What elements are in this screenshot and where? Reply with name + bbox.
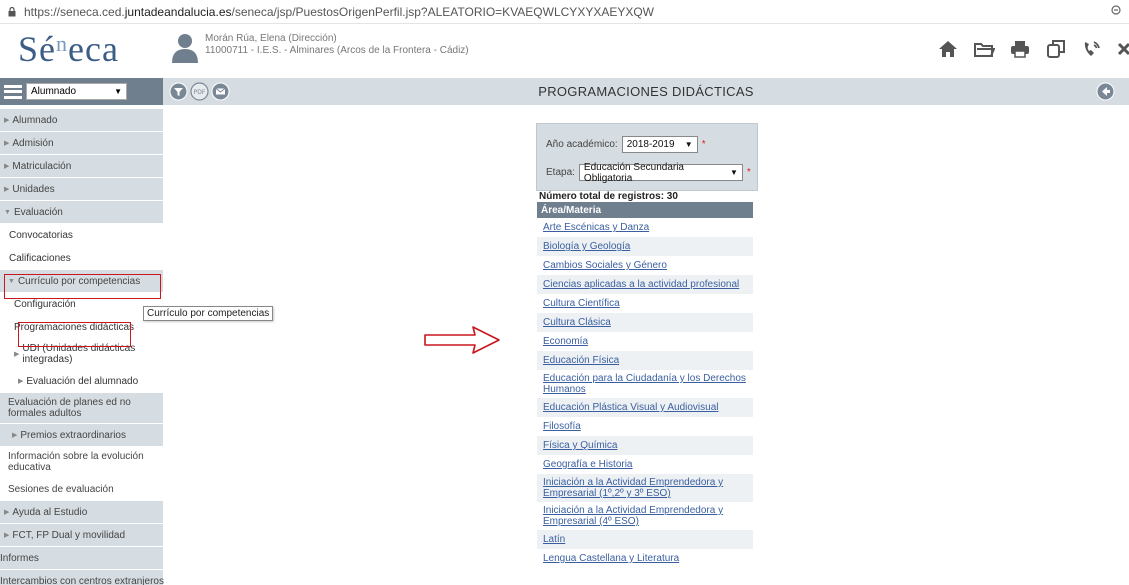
record-count: Número total de registros: 30 — [539, 191, 678, 202]
table-row[interactable]: Educación para la Ciudadanía y los Derec… — [537, 370, 753, 398]
expand-icon: ▶ — [4, 186, 10, 193]
menu-icon[interactable] — [4, 84, 22, 99]
back-icon[interactable] — [1096, 82, 1115, 104]
page-title: PROGRAMACIONES DIDÁCTICAS — [538, 84, 754, 99]
expand-icon: ▶ — [18, 378, 24, 385]
year-label: Año académico: — [546, 139, 618, 150]
table-row[interactable]: Educación Física — [537, 351, 753, 370]
sidebar-item-fct[interactable]: ▶ FCT, FP Dual y movilidad — [0, 524, 163, 547]
table-row[interactable]: Latín — [537, 530, 753, 549]
lock-icon — [8, 7, 16, 17]
highlight-programaciones — [18, 322, 131, 347]
table-row[interactable]: Cultura Clásica — [537, 313, 753, 332]
expand-icon: ▶ — [14, 350, 20, 358]
user-avatar-icon — [172, 33, 198, 66]
dropdown-arrow-icon: ▼ — [730, 168, 738, 177]
required-mark: * — [746, 167, 751, 178]
pointer-arrow-icon — [424, 326, 500, 354]
zoom-icon[interactable] — [1111, 5, 1123, 20]
required-mark: * — [701, 139, 706, 150]
user-center: 11000711 - I.E.S. - Alminares (Arcos de … — [205, 45, 469, 56]
phone-icon[interactable] — [1081, 38, 1103, 60]
user-name: Morán Rúa, Elena (Dirección) — [205, 33, 337, 44]
expand-icon: ▶ — [4, 532, 10, 539]
sidebar-item-calificaciones[interactable]: Calificaciones — [0, 247, 163, 270]
expand-icon: ▶ — [4, 140, 10, 147]
table-row[interactable]: Iniciación a la Actividad Emprendedora y… — [537, 502, 753, 530]
filter-panel: Año académico: 2018-2019 ▼ * Etapa: Educ… — [536, 123, 758, 191]
table-row[interactable]: Educación Plástica Visual y Audiovisual — [537, 398, 753, 417]
sidebar-item-unidades[interactable]: ▶ Unidades — [0, 178, 163, 201]
sidebar-item-convocatorias[interactable]: Convocatorias — [0, 224, 163, 247]
folder-icon[interactable] — [973, 38, 996, 60]
table-row[interactable]: Economía — [537, 332, 753, 351]
sidebar-item-matriculacion[interactable]: ▶ Matriculación — [0, 155, 163, 178]
main-title-bar: PDF PROGRAMACIONES DIDÁCTICAS — [163, 78, 1129, 105]
table-row[interactable]: Ciencias aplicadas a la actividad profes… — [537, 275, 753, 294]
table-row[interactable]: Arte Escénicas y Danza — [537, 218, 753, 237]
sidebar-item-admision[interactable]: ▶ Admisión — [0, 132, 163, 155]
sidebar-item-evaluacion[interactable]: ▼ Evaluación — [0, 201, 163, 224]
table-row[interactable]: Iniciación a la Actividad Emprendedora y… — [537, 474, 753, 502]
table-row[interactable]: Física y Química — [537, 436, 753, 455]
header-toolbar — [937, 38, 1129, 60]
sidebar-item-evolucion[interactable]: Información sobre la evolución educativa — [0, 447, 163, 478]
table-row[interactable]: Filosofía — [537, 417, 753, 436]
close-icon[interactable] — [1117, 38, 1129, 60]
sidebar-item-alumnado[interactable]: ▶ Alumnado — [0, 109, 163, 132]
year-row: Año académico: 2018-2019 ▼ * — [546, 136, 706, 153]
expand-icon: ▶ — [12, 432, 18, 439]
sidebar-item-intercambios[interactable]: Intercambios con centros extranjeros — [0, 570, 164, 585]
table-row[interactable]: Geografía e Historia — [537, 455, 753, 474]
stage-row: Etapa: Educación Secundaria Obligatoria … — [546, 162, 751, 184]
sidebar-header: Alumnado ▼ — [0, 78, 163, 105]
seneca-logo[interactable]: Séneca — [18, 28, 119, 70]
table-header: Área/Materia — [537, 202, 753, 218]
copy-icon[interactable] — [1045, 38, 1067, 60]
table-row[interactable]: Biología y Geología — [537, 237, 753, 256]
subjects-table: Área/Materia Arte Escénicas y Danza Biol… — [537, 202, 753, 568]
dropdown-arrow-icon: ▼ — [684, 140, 693, 149]
tooltip: Currículo por competencias — [143, 306, 274, 321]
stage-select[interactable]: Educación Secundaria Obligatoria ▼ — [578, 162, 743, 184]
profile-select[interactable]: Alumnado ▼ — [26, 83, 127, 100]
highlight-curriculo — [4, 274, 161, 299]
year-select[interactable]: 2018-2019 ▼ — [621, 136, 698, 153]
table-row[interactable]: Cultura Científica — [537, 294, 753, 313]
sidebar-item-ayuda[interactable]: ▶ Ayuda al Estudio — [0, 501, 163, 524]
sidebar-item-informes[interactable]: Informes — [0, 547, 163, 570]
print-icon[interactable] — [1009, 38, 1031, 60]
sidebar-item-premios[interactable]: ▶ Premios extraordinarios — [0, 424, 163, 447]
dropdown-arrow-icon: ▼ — [114, 87, 122, 96]
stage-label: Etapa: — [546, 167, 575, 178]
table-row[interactable]: Lengua Castellana y Literatura — [537, 549, 753, 568]
sidebar-item-planes-adultos[interactable]: Evaluación de planes ed no formales adul… — [0, 393, 163, 424]
app-header: Séneca Morán Rúa, Elena (Dirección) 1100… — [0, 24, 1129, 74]
table-row[interactable]: Cambios Sociales y Género — [537, 256, 753, 275]
collapse-icon: ▼ — [4, 208, 11, 216]
expand-icon: ▶ — [4, 117, 10, 124]
address-bar[interactable]: https://seneca.ced.juntadeandalucia.es/s… — [0, 0, 1129, 24]
sidebar-item-sesiones[interactable]: Sesiones de evaluación — [0, 478, 163, 501]
url-text: https://seneca.ced.juntadeandalucia.es/s… — [24, 4, 655, 19]
home-icon[interactable] — [937, 38, 959, 60]
expand-icon: ▶ — [4, 509, 10, 516]
sidebar-item-evaluacion-alumnado[interactable]: ▶ Evaluación del alumnado — [0, 370, 163, 393]
expand-icon: ▶ — [4, 163, 10, 170]
